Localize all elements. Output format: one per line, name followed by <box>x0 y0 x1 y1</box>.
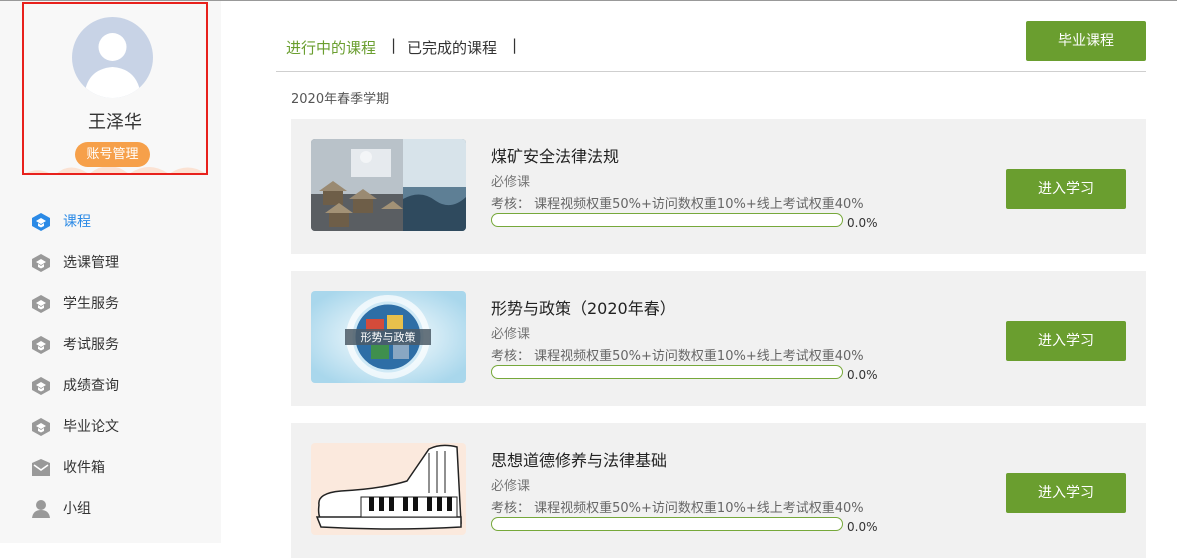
sidebar-item-label: 毕业论文 <box>63 419 119 435</box>
course-thumbnail[interactable] <box>311 443 466 535</box>
progress-bar <box>491 365 843 379</box>
profile-card: 王泽华 账号管理 <box>22 2 208 175</box>
inbox-icon <box>32 459 50 476</box>
course-card: 思想道德修养与法律基础 必修课 考核： 课程视频权重50%+访问数权重10%+线… <box>291 423 1146 558</box>
progress-percent: 0.0% <box>847 368 878 382</box>
sidebar-item-label: 小组 <box>63 501 91 517</box>
thumbnail-caption: 形势与政策 <box>360 331 416 344</box>
sidebar: 王泽华 账号管理 课程 选课管理 学生服务 考试服务 成绩查询 毕业论文 收件箱… <box>0 1 221 543</box>
progress-bar <box>491 517 843 531</box>
sidebar-item-courses[interactable]: 课程 <box>0 201 221 242</box>
course-type: 必修课 <box>491 479 531 494</box>
enter-study-button[interactable]: 进入学习 <box>1006 169 1126 209</box>
user-name: 王泽华 <box>88 112 142 133</box>
grade-query-icon <box>32 377 50 395</box>
sidebar-item-course-selection[interactable]: 选课管理 <box>0 242 221 283</box>
avatar[interactable] <box>72 17 153 98</box>
course-image <box>311 139 466 231</box>
sidebar-item-grade-query[interactable]: 成绩查询 <box>0 365 221 406</box>
course-assessment: 考核： 课程视频权重50%+访问数权重10%+线上考试权重40% <box>491 197 864 212</box>
course-title[interactable]: 形势与政策（2020年春） <box>491 295 676 319</box>
term-label: 2020年春季学期 <box>291 92 390 107</box>
course-type: 必修课 <box>491 175 531 190</box>
progress-bar <box>491 213 843 227</box>
sidebar-item-inbox[interactable]: 收件箱 <box>0 447 221 488</box>
course-assessment: 考核： 课程视频权重50%+访问数权重10%+线上考试权重40% <box>491 501 864 516</box>
student-service-icon <box>32 295 50 313</box>
sidebar-nav: 课程 选课管理 学生服务 考试服务 成绩查询 毕业论文 收件箱 小组 <box>0 201 221 529</box>
enter-study-button[interactable]: 进入学习 <box>1006 473 1126 513</box>
course-image <box>311 443 466 535</box>
sidebar-item-thesis[interactable]: 毕业论文 <box>0 406 221 447</box>
tab-separator: | <box>391 36 397 54</box>
course-card: 煤矿安全法律法规 必修课 考核： 课程视频权重50%+访问数权重10%+线上考试… <box>291 119 1146 254</box>
progress-percent: 0.0% <box>847 216 878 230</box>
course-thumbnail[interactable] <box>311 139 466 231</box>
course-title[interactable]: 思想道德修养与法律基础 <box>491 447 667 471</box>
default-user-icon <box>84 33 141 98</box>
progress-percent: 0.0% <box>847 520 878 534</box>
tab-completed[interactable]: 已完成的课程 <box>407 37 497 58</box>
tab-in-progress[interactable]: 进行中的课程 <box>286 37 376 58</box>
graduation-courses-button[interactable]: 毕业课程 <box>1026 21 1146 61</box>
sidebar-item-label: 课程 <box>63 214 91 230</box>
tab-separator: | <box>512 36 518 54</box>
course-card: 形势与政策 形势与政策（2020年春） 必修课 考核： 课程视频权重50%+访问… <box>291 271 1146 406</box>
course-assessment: 考核： 课程视频权重50%+访问数权重10%+线上考试权重40% <box>491 349 864 364</box>
user-group-icon <box>32 500 50 518</box>
sidebar-item-label: 学生服务 <box>63 296 119 312</box>
sidebar-item-label: 选课管理 <box>63 255 119 271</box>
exam-service-icon <box>32 336 50 354</box>
sidebar-item-group[interactable]: 小组 <box>0 488 221 529</box>
course-icon <box>32 213 50 231</box>
account-management-button[interactable]: 账号管理 <box>75 142 150 167</box>
enter-study-button[interactable]: 进入学习 <box>1006 321 1126 361</box>
thesis-icon <box>32 418 50 436</box>
sidebar-item-label: 成绩查询 <box>63 378 119 394</box>
sidebar-item-student-services[interactable]: 学生服务 <box>0 283 221 324</box>
course-tabs: 进行中的课程 | 已完成的课程 | <box>276 22 1146 72</box>
course-select-icon <box>32 254 50 272</box>
sidebar-item-exam-services[interactable]: 考试服务 <box>0 324 221 365</box>
sidebar-item-label: 收件箱 <box>63 460 105 476</box>
sidebar-item-label: 考试服务 <box>63 337 119 353</box>
course-title[interactable]: 煤矿安全法律法规 <box>491 143 619 167</box>
course-thumbnail[interactable]: 形势与政策 <box>311 291 466 383</box>
course-type: 必修课 <box>491 327 531 342</box>
